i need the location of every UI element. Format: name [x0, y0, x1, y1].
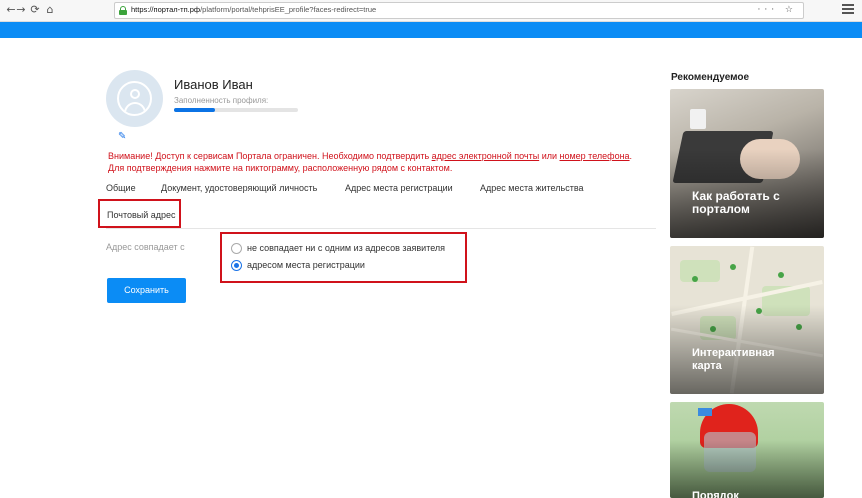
map-pin-icon: [692, 276, 698, 282]
progress-fill: [174, 108, 215, 112]
map-pin-icon: [730, 264, 736, 270]
url-text: https://портал-тп.рф/platform/portal/teh…: [131, 5, 377, 14]
tab-residence-address[interactable]: Адрес места жительства: [480, 183, 584, 193]
address-options-group: не совпадает ни с одним из адресов заяви…: [220, 232, 467, 283]
tabs-divider: [106, 228, 656, 229]
reload-icon[interactable]: ⟳: [28, 3, 42, 17]
card-how-to-use-portal[interactable]: Как работать с порталом: [670, 89, 824, 238]
radio-button[interactable]: [231, 243, 242, 254]
progress-label: Заполненность профиля:: [174, 96, 269, 105]
recommended-title: Рекомендуемое: [671, 72, 750, 83]
browser-toolbar: ← → ⟳ ⌂ https://портал-тп.рф/platform/po…: [0, 0, 862, 22]
phone-link[interactable]: номер телефона: [560, 151, 630, 161]
address-match-label: Адрес совпадает с: [106, 242, 185, 252]
tab-general[interactable]: Общие: [106, 183, 136, 193]
hamburger-menu-icon[interactable]: [842, 4, 854, 16]
radio-button-checked[interactable]: [231, 260, 242, 271]
card-title: Интерактивная карта: [692, 347, 775, 372]
map-pin-icon: [778, 272, 784, 278]
page-actions-icon[interactable]: ··· ☆: [757, 5, 797, 15]
pencil-icon[interactable]: ✎: [118, 131, 126, 142]
home-icon[interactable]: ⌂: [43, 3, 57, 17]
tab-identity-document[interactable]: Документ, удостоверяющий личность: [161, 183, 317, 193]
card-title: Как работать с порталом: [692, 189, 780, 216]
card-procedure[interactable]: Порядок: [670, 402, 824, 498]
forward-icon[interactable]: →: [14, 3, 28, 17]
tab-postal-address[interactable]: Почтовый адрес: [98, 199, 181, 228]
user-name: Иванов Иван: [174, 77, 253, 92]
tab-registration-address[interactable]: Адрес места регистрации: [345, 183, 453, 193]
profile-progress-bar: [174, 108, 298, 112]
card-interactive-map[interactable]: Интерактивная карта: [670, 246, 824, 394]
address-bar[interactable]: https://портал-тп.рф/platform/portal/teh…: [114, 2, 804, 19]
email-link[interactable]: адрес электронной почты: [432, 151, 540, 161]
user-icon: [117, 81, 152, 116]
save-button[interactable]: Сохранить: [107, 278, 186, 303]
mug-image: [690, 109, 706, 129]
access-warning: Внимание! Доступ к сервисам Портала огра…: [108, 151, 633, 173]
card-title: Порядок: [692, 490, 739, 498]
avatar[interactable]: [106, 70, 163, 127]
site-header-bar: [0, 22, 862, 38]
lock-icon: [119, 6, 127, 15]
